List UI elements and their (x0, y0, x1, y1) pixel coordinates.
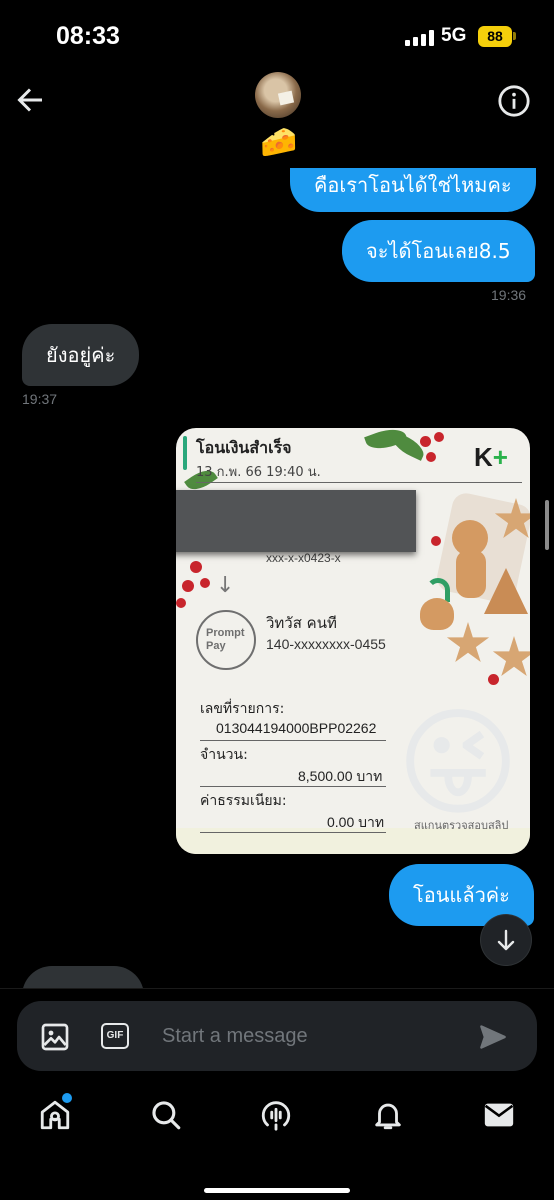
promptpay-logo-line1: Prompt (206, 627, 245, 639)
amount-value: 8,500.00 บาท (298, 768, 383, 784)
back-button[interactable] (12, 82, 48, 118)
berry-decoration (434, 432, 444, 442)
fee-label: ค่าธรรมเนียม: (200, 793, 287, 809)
image-icon (41, 1023, 69, 1051)
message-bubble[interactable]: คือเราโอนได้ใช่ไหมคะ (290, 168, 536, 212)
conversation-header: 🧀 (0, 60, 554, 168)
slip-divider (200, 832, 386, 833)
tab-messages[interactable] (482, 1098, 516, 1132)
avatar-note (277, 90, 295, 106)
recipient-account: 140-xxxxxxxx-0455 (266, 636, 386, 652)
star-cookie-decoration (492, 636, 530, 677)
tab-home[interactable] (38, 1098, 72, 1132)
sender-masked-account: xxx-x-x0423-x (266, 551, 341, 565)
spaces-icon (261, 1101, 291, 1131)
berry-decoration (190, 561, 202, 573)
star-cookie-decoration (446, 622, 490, 663)
bottom-tab-bar (0, 1084, 554, 1200)
info-icon (498, 85, 530, 117)
bell-icon (375, 1103, 401, 1130)
send-icon (480, 1025, 506, 1049)
slip-divider (200, 786, 386, 787)
message-bubble[interactable]: จะได้โอนเลย8.5 (342, 220, 535, 282)
berry-decoration (176, 598, 186, 608)
reference-value: 013044194000BPP02262 (216, 720, 377, 736)
promptpay-logo-line2: Pay (206, 640, 226, 652)
scrollbar[interactable] (545, 500, 549, 550)
berry-decoration (200, 578, 210, 588)
recipient-name: วิทวัส คนที (266, 614, 337, 632)
slip-title: โอนเงินสำเร็จ (196, 438, 292, 457)
transfer-arrow-icon: ↓ (216, 573, 235, 598)
notification-dot (62, 1093, 72, 1103)
message-timestamp: 19:36 (491, 287, 527, 303)
message-input[interactable] (162, 1016, 462, 1056)
promptpay-logo: Prompt Pay (196, 610, 256, 670)
message-composer: GIF (17, 1001, 537, 1071)
slip-accent-bar (183, 436, 187, 470)
tab-search[interactable] (149, 1098, 183, 1132)
berry-decoration (431, 536, 441, 546)
slip-divider (196, 482, 522, 483)
amount-label: จำนวน: (200, 747, 248, 763)
heart-cookie-decoration (420, 598, 454, 630)
scroll-to-bottom-button[interactable] (481, 915, 531, 965)
arrow-left-icon (17, 88, 42, 112)
composer-bar: GIF (0, 988, 554, 1084)
gingerbread-cookie-decoration (456, 550, 486, 598)
berry-decoration (182, 580, 194, 592)
kplus-logo-plus: + (492, 442, 508, 472)
winking-tongue-emoji-sticker: 😜 (396, 694, 520, 832)
fee-value: 0.00 บาท (327, 814, 385, 830)
berry-decoration (426, 452, 436, 462)
slip-divider (200, 740, 386, 741)
network-type: 5G (441, 25, 467, 46)
signal-icon (405, 30, 435, 46)
message-list[interactable]: คือเราโอนได้ใช่ไหมคะ จะได้โอนเลย8.5 19:3… (0, 168, 554, 988)
tree-cookie-decoration (484, 568, 528, 614)
contact-name-emoji[interactable]: 🧀 (259, 126, 299, 160)
add-photo-button[interactable] (39, 1021, 71, 1053)
home-indicator (204, 1188, 350, 1193)
message-bubble[interactable]: ยังอยู่ค่ะ (22, 324, 140, 386)
battery-tip (513, 32, 516, 40)
tab-notifications[interactable] (371, 1098, 405, 1132)
kplus-logo: K+ (474, 442, 508, 473)
mail-icon (484, 1103, 514, 1127)
redaction-box (176, 490, 416, 552)
info-button[interactable] (497, 84, 531, 118)
message-timestamp: 19:37 (22, 391, 58, 407)
battery-indicator: 88 (478, 26, 512, 47)
tab-spaces[interactable] (259, 1098, 293, 1132)
gif-button[interactable]: GIF (101, 1023, 129, 1049)
arrow-down-icon (497, 929, 515, 951)
reference-label: เลขที่รายการ: (200, 701, 285, 717)
berry-decoration (488, 674, 499, 685)
send-button[interactable] (479, 1023, 507, 1051)
status-time: 08:33 (56, 22, 120, 50)
kplus-logo-k: K (474, 442, 493, 472)
home-icon (40, 1100, 70, 1130)
berry-decoration (420, 436, 431, 447)
contact-avatar[interactable] (255, 72, 301, 118)
slip-date: 13 ก.พ. 66 19:40 น. (196, 465, 321, 480)
search-icon (152, 1101, 181, 1130)
